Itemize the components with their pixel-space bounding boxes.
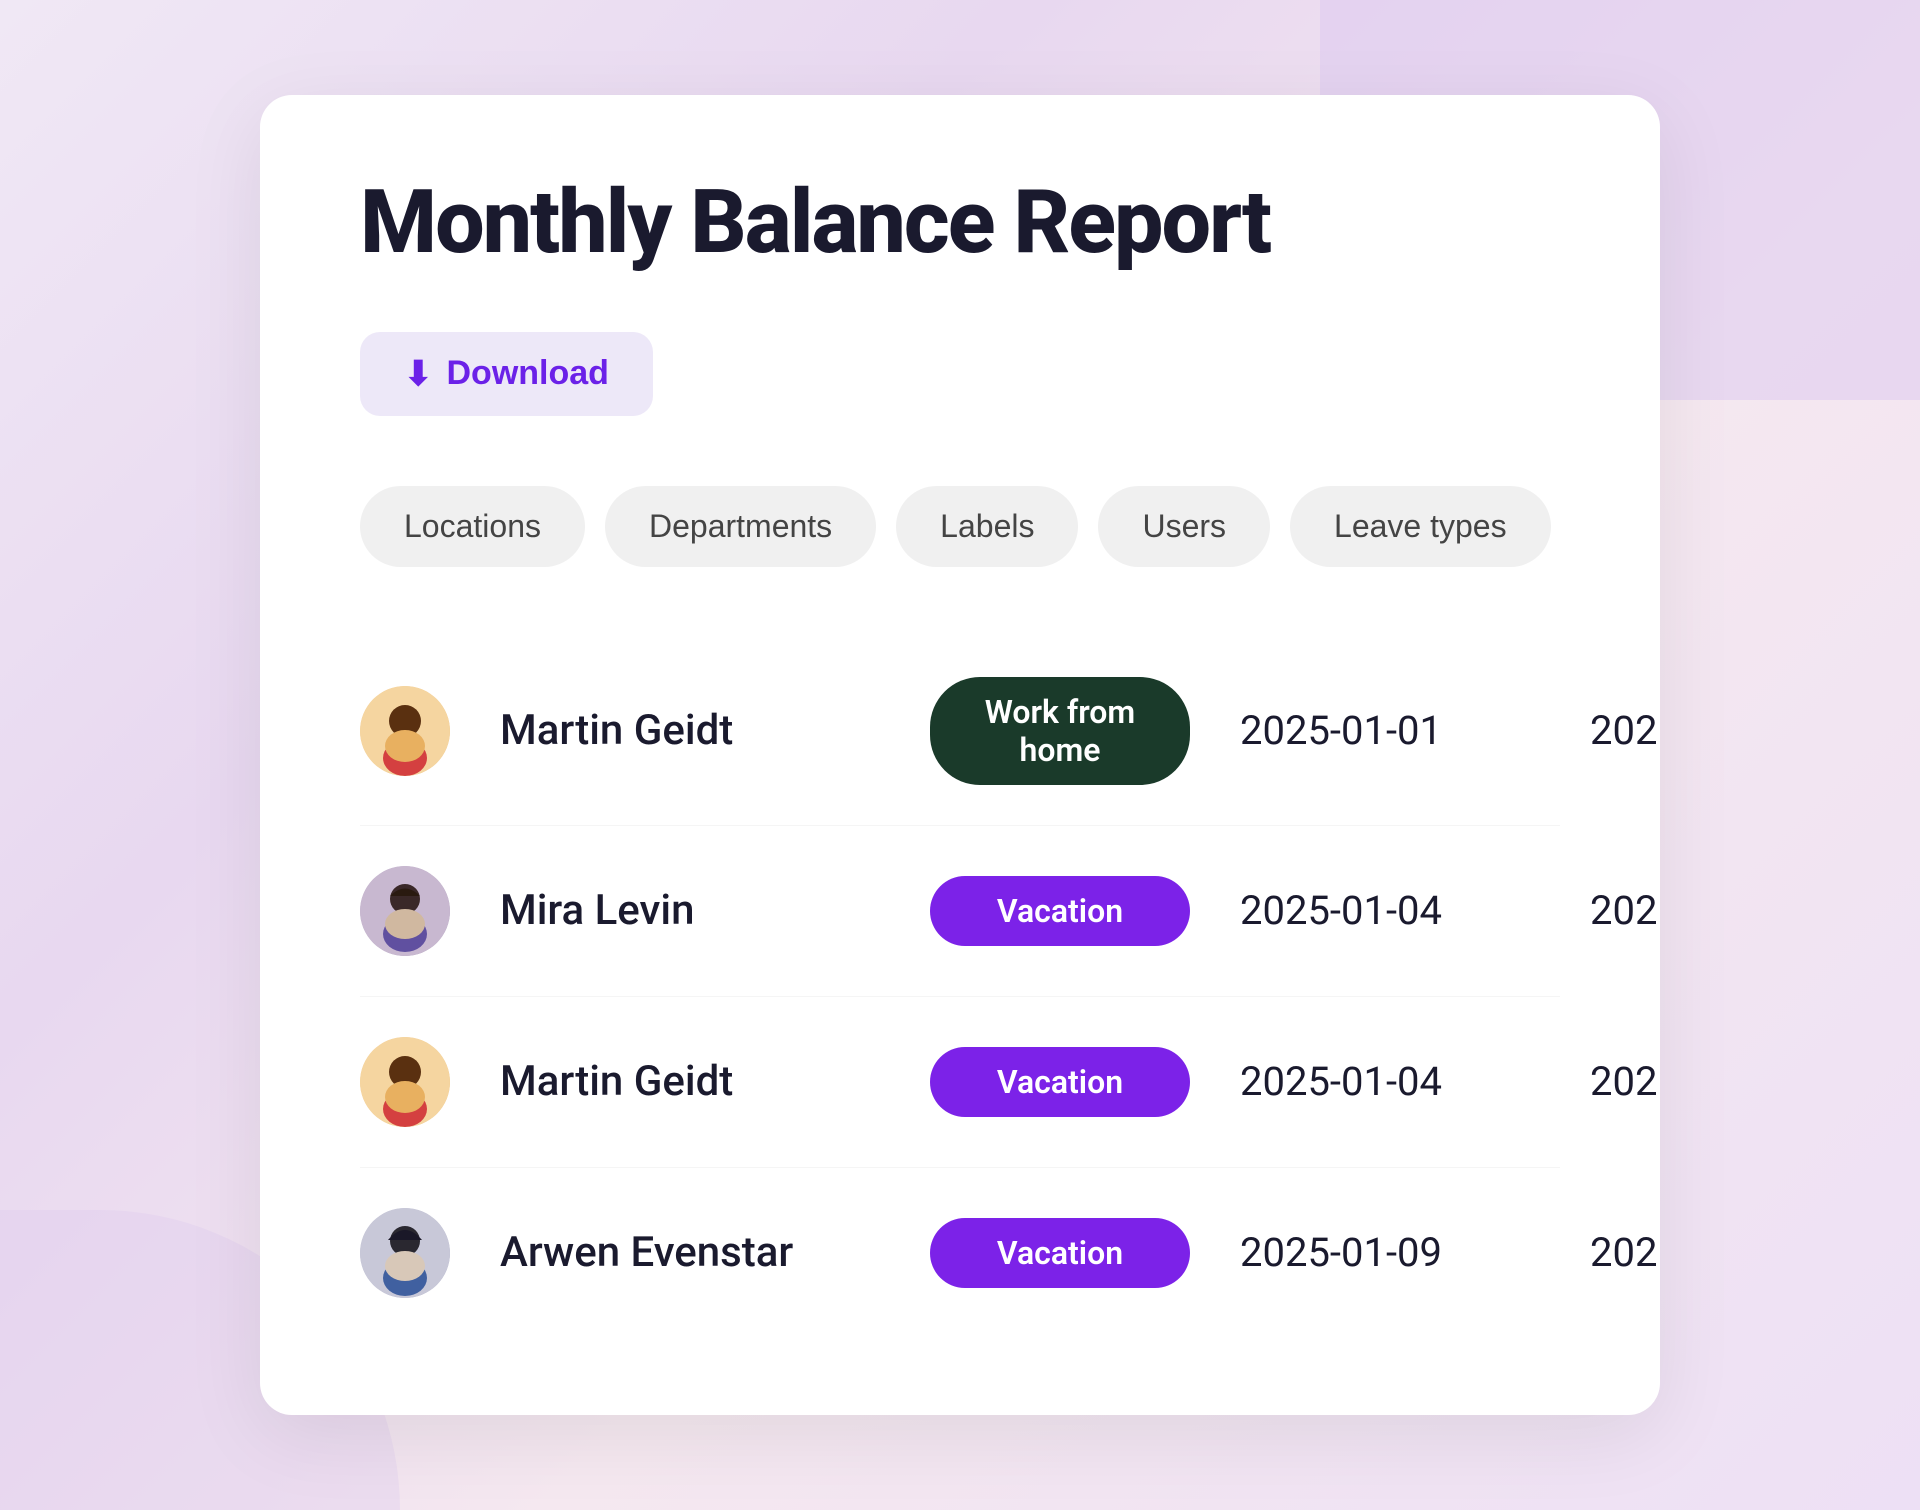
avatar	[360, 866, 450, 956]
date-start: 2025-01-01	[1240, 707, 1540, 754]
leave-type-badge: Work from home	[930, 677, 1190, 785]
table-row: Mira Levin Vacation 2025-01-04 202	[360, 826, 1560, 997]
leave-type-badge: Vacation	[930, 1047, 1190, 1117]
download-button[interactable]: ⬇ Download	[360, 332, 653, 416]
table-row: Martin Geidt Vacation 2025-01-04 202	[360, 997, 1560, 1168]
date-start: 2025-01-04	[1240, 1058, 1540, 1105]
date-end-partial: 202	[1590, 1229, 1657, 1276]
tab-labels[interactable]: Labels	[896, 486, 1078, 567]
avatar	[360, 1037, 450, 1127]
table-row: Arwen Evenstar Vacation 2025-01-09 202	[360, 1168, 1560, 1338]
tab-locations[interactable]: Locations	[360, 486, 585, 567]
date-end-partial: 202	[1590, 887, 1657, 934]
leave-type-badge: Vacation	[930, 876, 1190, 946]
date-start: 2025-01-04	[1240, 887, 1540, 934]
date-end-partial: 202	[1590, 707, 1657, 754]
tab-leave-types[interactable]: Leave types	[1290, 486, 1551, 567]
avatar	[360, 1208, 450, 1298]
page-title: Monthly Balance Report	[360, 175, 1560, 272]
download-icon: ⬇	[404, 354, 433, 394]
tab-users[interactable]: Users	[1098, 486, 1270, 567]
leave-type-badge: Vacation	[930, 1218, 1190, 1288]
date-end-partial: 202	[1590, 1058, 1657, 1105]
download-label: Download	[447, 354, 609, 393]
date-start: 2025-01-09	[1240, 1229, 1540, 1276]
table-rows: Martin Geidt Work from home 2025-01-01 2…	[360, 637, 1560, 1338]
tab-departments[interactable]: Departments	[605, 486, 876, 567]
avatar	[360, 686, 450, 776]
user-name: Martin Geidt	[500, 706, 880, 755]
user-name: Arwen Evenstar	[500, 1228, 880, 1277]
user-name: Martin Geidt	[500, 1057, 880, 1106]
table-row: Martin Geidt Work from home 2025-01-01 2…	[360, 637, 1560, 826]
main-card: Monthly Balance Report ⬇ Download Locati…	[260, 95, 1660, 1415]
filter-tabs-container: Locations Departments Labels Users Leave…	[360, 486, 1560, 567]
user-name: Mira Levin	[500, 886, 880, 935]
